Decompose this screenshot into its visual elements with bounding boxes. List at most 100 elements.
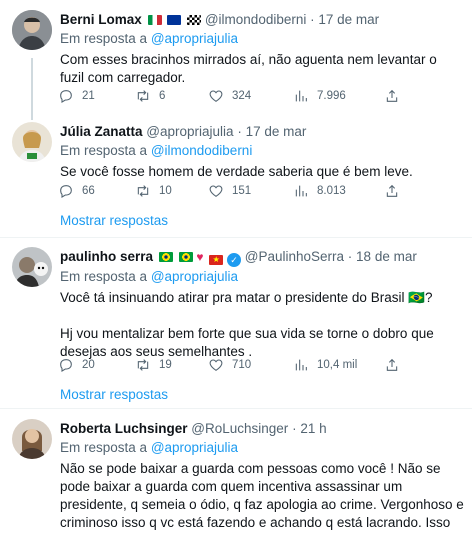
- reply-count: 66: [82, 185, 95, 197]
- share-icon: [386, 184, 398, 197]
- tweet-actions: 21 6 324 7.996: [58, 86, 418, 106]
- like-count: 710: [232, 359, 252, 371]
- display-name[interactable]: Berni Lomax: [60, 12, 142, 27]
- reply-mention-link[interactable]: @ilmondodiberni: [151, 143, 253, 158]
- tweet-header: Roberta Luchsinger @RoLuchsinger · 21 h: [60, 420, 464, 438]
- retweet-icon: [137, 185, 149, 197]
- separator: ·: [237, 124, 242, 139]
- views-count: 8.013: [317, 185, 346, 197]
- like-icon: [209, 90, 223, 102]
- reply-mention-link[interactable]: @apropriajulia: [151, 269, 238, 284]
- retweet-count: 10: [159, 185, 172, 197]
- reply-button[interactable]: 20: [58, 355, 95, 375]
- tweet-paragraph: Não se pode baixar a guarda com pessoas …: [60, 461, 464, 530]
- reply-button[interactable]: 66: [58, 181, 95, 201]
- avatar[interactable]: [12, 247, 52, 287]
- retweet-count: 6: [159, 90, 166, 102]
- tweet-text: Não se pode baixar a guarda com pessoas …: [60, 460, 464, 533]
- timestamp[interactable]: 21 h: [300, 421, 326, 436]
- like-button[interactable]: 151: [208, 181, 251, 201]
- tweet-text: Se você fosse homem de verdade saberia q…: [60, 163, 464, 181]
- handle[interactable]: @RoLuchsinger: [191, 421, 288, 436]
- reply-context: Em resposta a @ilmondodiberni: [60, 142, 464, 160]
- display-name[interactable]: Júlia Zanatta: [60, 124, 143, 139]
- tweet-3[interactable]: paulinho serra ♥ ★ ✓ @PaulinhoSerra · 18…: [0, 238, 472, 408]
- reply-context: Em resposta a @apropriajulia: [60, 30, 464, 48]
- avatar[interactable]: [12, 419, 52, 459]
- reply-prefix: Em resposta a: [60, 269, 148, 284]
- checkered-flag-icon: [187, 15, 202, 25]
- retweet-icon: [137, 90, 149, 102]
- handle[interactable]: @ilmondodiberni: [205, 12, 307, 27]
- tweet-header: Berni Lomax @ilmondodiberni · 17 de mar: [60, 11, 464, 29]
- tweet-actions: 66 10 151 8.013: [58, 181, 418, 201]
- heart-icon: ♥: [196, 250, 204, 264]
- reply-context: Em resposta a @apropriajulia: [60, 439, 464, 457]
- avatar[interactable]: [12, 10, 52, 50]
- handle[interactable]: @PaulinhoSerra: [245, 249, 344, 264]
- tweet-actions: 20 19 710 10,4 mil: [58, 355, 418, 375]
- reply-count: 21: [82, 90, 95, 102]
- share-icon: [386, 358, 398, 371]
- reply-mention-link[interactable]: @apropriajulia: [151, 31, 238, 46]
- separator: ·: [347, 249, 353, 264]
- tweet-1[interactable]: Berni Lomax @ilmondodiberni · 17 de mar …: [0, 0, 472, 125]
- retweet-button[interactable]: 6: [135, 86, 165, 106]
- share-button[interactable]: [384, 86, 400, 106]
- italy-flag-icon: [147, 15, 162, 25]
- timestamp[interactable]: 17 de mar: [246, 124, 307, 139]
- tweet-text: Com esses bracinhos mirrados aí, não agu…: [60, 51, 464, 87]
- views-count: 7.996: [317, 90, 346, 102]
- tweet-paragraph: Se você fosse homem de verdade saberia q…: [60, 164, 413, 179]
- reply-prefix: Em resposta a: [60, 440, 148, 455]
- reply-prefix: Em resposta a: [60, 143, 148, 158]
- views-button[interactable]: 10,4 mil: [293, 355, 357, 375]
- views-count: 10,4 mil: [317, 359, 358, 371]
- views-icon: [295, 185, 307, 197]
- separator: ·: [310, 12, 315, 27]
- like-count: 151: [232, 185, 252, 197]
- retweet-count: 19: [159, 359, 172, 371]
- reply-mention-link[interactable]: @apropriajulia: [151, 440, 238, 455]
- retweet-icon: [137, 359, 149, 371]
- retweet-button[interactable]: 10: [135, 181, 172, 201]
- share-icon: [386, 89, 398, 102]
- share-button[interactable]: [384, 355, 400, 375]
- views-button[interactable]: 7.996: [293, 86, 346, 106]
- tweet-text: Você tá insinuando atirar pra matar o pr…: [60, 289, 464, 361]
- views-icon: [295, 359, 307, 371]
- tweet-2[interactable]: Júlia Zanatta @apropriajulia · 17 de mar…: [0, 112, 472, 240]
- tweet-paragraph: Com esses bracinhos mirrados aí, não agu…: [60, 52, 437, 85]
- display-name[interactable]: paulinho serra: [60, 249, 153, 264]
- separator: ·: [292, 421, 297, 436]
- like-button[interactable]: 710: [208, 355, 251, 375]
- vietnam-flag-icon: ★: [209, 255, 224, 265]
- avatar[interactable]: [12, 122, 52, 162]
- like-button[interactable]: 324: [208, 86, 251, 106]
- show-replies-link[interactable]: Mostrar respostas: [60, 213, 168, 228]
- like-count: 324: [232, 90, 252, 102]
- share-button[interactable]: [384, 181, 400, 201]
- reply-icon: [60, 359, 72, 372]
- handle[interactable]: @apropriajulia: [146, 124, 233, 139]
- reply-icon: [60, 185, 72, 198]
- brazil-flag-icon: [158, 252, 173, 262]
- display-name[interactable]: Roberta Luchsinger: [60, 421, 188, 436]
- retweet-button[interactable]: 19: [135, 355, 172, 375]
- tweet-4[interactable]: Roberta Luchsinger @RoLuchsinger · 21 h …: [0, 409, 472, 533]
- like-icon: [209, 359, 223, 371]
- reply-context: Em resposta a @apropriajulia: [60, 268, 464, 286]
- timestamp[interactable]: 17 de mar: [318, 12, 379, 27]
- like-icon: [209, 185, 223, 197]
- timestamp[interactable]: 18 de mar: [356, 249, 417, 264]
- views-button[interactable]: 8.013: [293, 181, 346, 201]
- views-icon: [295, 90, 307, 102]
- reply-count: 20: [82, 359, 95, 371]
- reply-button[interactable]: 21: [58, 86, 95, 106]
- eu-flag-icon: [167, 15, 182, 25]
- verified-icon: ✓: [226, 253, 241, 267]
- reply-icon: [60, 90, 72, 103]
- show-replies-link[interactable]: Mostrar respostas: [60, 387, 168, 402]
- tweet-header: Júlia Zanatta @apropriajulia · 17 de mar: [60, 123, 464, 141]
- reply-prefix: Em resposta a: [60, 31, 148, 46]
